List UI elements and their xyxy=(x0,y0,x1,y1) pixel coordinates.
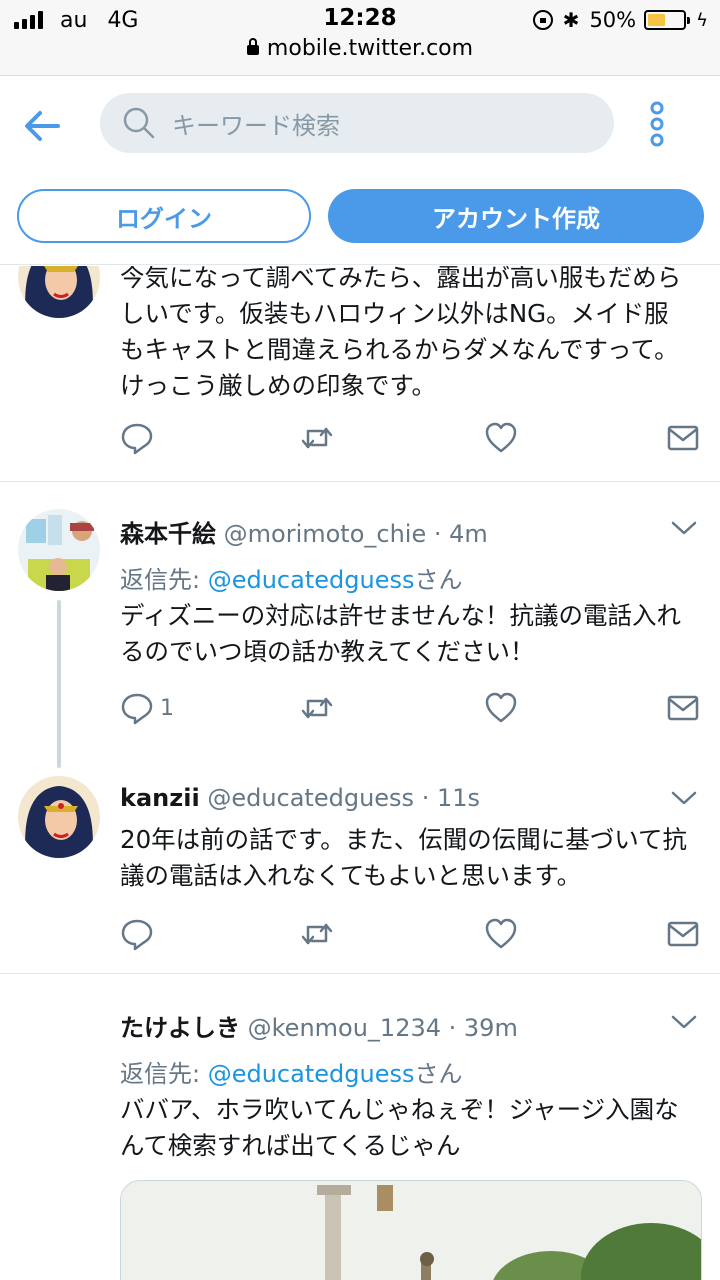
reply-button[interactable] xyxy=(120,420,154,456)
bluetooth-icon: ✱ xyxy=(562,8,580,32)
reply-icon xyxy=(121,423,153,455)
like-icon xyxy=(485,692,517,723)
reply-user-link[interactable]: @educatedguess xyxy=(208,566,415,594)
login-button[interactable]: ログイン xyxy=(17,189,311,243)
like-icon xyxy=(485,422,517,453)
tweet-item[interactable]: kanzii @educatedguess · 11s 20年は前の話です。また… xyxy=(0,772,720,972)
reply-button[interactable] xyxy=(120,916,154,952)
display-name[interactable]: 森本千絵 xyxy=(120,520,216,548)
tweet-text: ババア、ホラ吹いてんじゃねぇぞ！ジャージ入園なんて検索すれば出てくるじゃん xyxy=(120,1095,679,1160)
tweet-actions xyxy=(120,420,710,456)
search-placeholder: キーワード検索 xyxy=(172,111,340,140)
retweet-button[interactable] xyxy=(300,916,334,952)
like-button[interactable] xyxy=(484,420,518,456)
tweet-text: 今気になって調べてみたら、露出が高い服もだめらしいです。仮装もハロウィン以外はN… xyxy=(120,266,682,400)
tweet-text: ディズニーの対応は許せませんな！抗議の電話入れるのでいつ頃の話か教えてください！ xyxy=(120,601,682,666)
status-right: ✱ 50% ϟ xyxy=(532,6,708,34)
tweet-header: kanzii @educatedguess · 11s xyxy=(120,784,660,812)
reply-suffix: さん xyxy=(414,566,463,594)
retweet-icon xyxy=(301,697,333,719)
charging-icon: ϟ xyxy=(696,9,708,31)
search-icon xyxy=(123,107,155,139)
chevron-down-icon[interactable] xyxy=(670,518,698,538)
reply-to: 返信先: @educatedguessさん xyxy=(120,560,462,595)
reply-prefix: 返信先: xyxy=(120,566,208,594)
tweet-time[interactable]: · 4m xyxy=(434,520,488,548)
reply-prefix: 返信先: xyxy=(120,1060,208,1088)
dm-button[interactable] xyxy=(666,916,700,952)
tweet-item[interactable]: 森本千絵 @morimoto_chie · 4m 返信先: @educatedg… xyxy=(0,482,720,772)
tweet-header: たけよしき @kenmou_1234 · 39m xyxy=(120,1008,660,1043)
like-button[interactable] xyxy=(484,916,518,952)
reply-button[interactable]: 1 xyxy=(120,690,174,726)
tweet-item[interactable]: たけよしき @kenmou_1234 · 39m 返信先: @educatedg… xyxy=(0,974,720,1280)
battery-icon xyxy=(644,10,691,30)
user-handle[interactable]: @educatedguess xyxy=(207,784,414,812)
rotation-lock-icon xyxy=(532,10,553,30)
display-name[interactable]: たけよしき xyxy=(120,1014,240,1042)
dm-button[interactable] xyxy=(666,690,700,726)
display-name[interactable]: kanzii xyxy=(120,784,200,812)
timeline: 今気になって調べてみたら、露出が高い服もだめらしいです。仮装もハロウィン以外はN… xyxy=(0,266,720,1280)
more-vertical-icon[interactable] xyxy=(642,101,672,147)
like-button[interactable] xyxy=(484,690,518,726)
reply-icon xyxy=(121,919,153,951)
direct-message-icon xyxy=(667,921,699,947)
padlock-icon xyxy=(246,38,259,55)
tweet-text: 20年は前の話です。また、伝聞の伝聞に基づいて抗議の電話は入れなくてもよいと思い… xyxy=(120,825,687,890)
status-bar: au 4G 12:28 ✱ 50% ϟ mobile.twitter.com xyxy=(0,0,720,76)
back-arrow-icon[interactable] xyxy=(20,103,66,149)
direct-message-icon xyxy=(667,425,699,451)
url-text: mobile.twitter.com xyxy=(266,36,474,61)
avatar[interactable] xyxy=(18,266,100,318)
chevron-down-icon[interactable] xyxy=(670,788,698,808)
retweet-icon xyxy=(301,427,333,449)
app-header: キーワード検索 ログイン アカウント作成 xyxy=(0,77,720,265)
tweet-time[interactable]: · 11s xyxy=(422,784,480,812)
chevron-down-icon[interactable] xyxy=(670,1012,698,1032)
avatar[interactable] xyxy=(18,776,100,858)
thread-line xyxy=(57,600,61,768)
tweet-media-image[interactable] xyxy=(120,1180,702,1280)
like-icon xyxy=(485,918,517,949)
reply-to: 返信先: @educatedguessさん xyxy=(120,1054,462,1089)
avatar[interactable] xyxy=(18,509,100,591)
tweet-actions xyxy=(120,916,710,952)
tweet-actions: 1 xyxy=(120,690,710,726)
retweet-button[interactable] xyxy=(300,690,334,726)
tweet-time[interactable]: · 39m xyxy=(449,1014,518,1042)
battery-percent: 50% xyxy=(589,8,637,32)
url-bar[interactable]: mobile.twitter.com xyxy=(0,36,720,61)
search-input[interactable]: キーワード検索 xyxy=(100,93,614,153)
reply-user-link[interactable]: @educatedguess xyxy=(208,1060,415,1088)
dm-button[interactable] xyxy=(666,420,700,456)
tweet-header: 森本千絵 @morimoto_chie · 4m xyxy=(120,514,660,549)
retweet-icon xyxy=(301,923,333,945)
reply-count: 1 xyxy=(160,695,174,721)
reply-suffix: さん xyxy=(414,1060,463,1088)
reply-icon xyxy=(121,693,153,725)
retweet-button[interactable] xyxy=(300,420,334,456)
tweet-item[interactable]: 今気になって調べてみたら、露出が高い服もだめらしいです。仮装もハロウィン以外はN… xyxy=(0,266,720,482)
user-handle[interactable]: @morimoto_chie xyxy=(224,520,427,548)
user-handle[interactable]: @kenmou_1234 xyxy=(248,1014,441,1042)
direct-message-icon xyxy=(667,695,699,721)
signup-button[interactable]: アカウント作成 xyxy=(328,189,704,243)
